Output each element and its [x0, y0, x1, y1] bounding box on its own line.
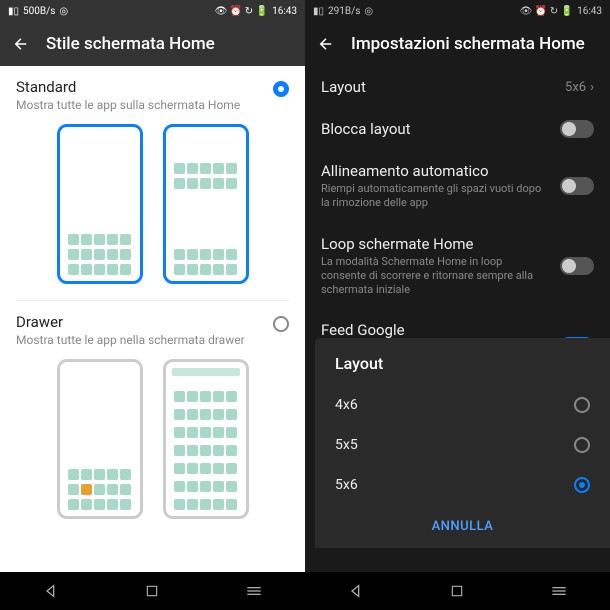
- row-sub: La modalità Schermate Home in loop conse…: [321, 255, 548, 298]
- phone-mock: [163, 124, 249, 284]
- phone-mock: [163, 359, 249, 519]
- status-icons: 👁 ⏰ ↻ 🔋: [520, 6, 573, 17]
- phone-mock: [57, 124, 143, 284]
- nav-bar: [0, 572, 305, 610]
- toggle-loop[interactable]: [560, 257, 594, 275]
- nfc-icon: ◎: [364, 6, 373, 17]
- screen-home-settings: ▮▯ 291B/s ◎ 👁 ⏰ ↻ 🔋 16:43 Impostazioni s…: [305, 0, 610, 610]
- status-icons: 👁 ⏰ ↻ 🔋: [215, 6, 268, 17]
- option-title: Drawer: [16, 313, 273, 331]
- nav-bar: [305, 572, 610, 610]
- nav-home-icon[interactable]: [145, 584, 159, 598]
- nav-back-icon[interactable]: [43, 583, 59, 599]
- status-bar: ▮▯ 500B/s ◎ 👁 ⏰ ↻ 🔋 16:43: [0, 0, 305, 22]
- dialog-option-4x6[interactable]: 4x6: [315, 385, 610, 425]
- option-drawer[interactable]: Drawer Mostra tutte le app nella scherma…: [0, 301, 305, 359]
- dialog-option-label: 4x6: [335, 397, 358, 413]
- header: Impostazioni schermata Home: [305, 22, 610, 66]
- dialog-option-label: 5x6: [335, 477, 358, 493]
- row-layout[interactable]: Layout 5x6 ›: [305, 66, 610, 108]
- screen-home-style: ▮▯ 500B/s ◎ 👁 ⏰ ↻ 🔋 16:43 Stile schermat…: [0, 0, 305, 610]
- chevron-right-icon: ›: [590, 80, 594, 95]
- page-title: Stile schermata Home: [46, 34, 215, 54]
- signal-icon: ▮▯: [313, 6, 324, 17]
- option-subtitle: Mostra tutte le app sulla schermata Home: [16, 98, 273, 112]
- status-bar: ▮▯ 291B/s ◎ 👁 ⏰ ↻ 🔋 16:43: [305, 0, 610, 22]
- net-speed: 291B/s: [328, 6, 360, 17]
- row-loop[interactable]: Loop schermate Home La modalità Schermat…: [305, 223, 610, 310]
- row-label: Loop schermate Home: [321, 235, 548, 253]
- row-sub: Riempi automaticamente gli spazi vuoti d…: [321, 182, 548, 211]
- page-title: Impostazioni schermata Home: [351, 34, 585, 54]
- option-title: Standard: [16, 78, 273, 96]
- toggle-align[interactable]: [560, 177, 594, 195]
- nfc-icon: ◎: [59, 6, 68, 17]
- radio-4x6[interactable]: [574, 397, 590, 413]
- row-label: Allineamento automatico: [321, 162, 548, 180]
- radio-standard[interactable]: [273, 81, 289, 97]
- clock: 16:43: [272, 6, 297, 17]
- row-label: Blocca layout: [321, 120, 548, 138]
- nav-recent-icon[interactable]: [246, 585, 262, 597]
- phone-mock: [57, 359, 143, 519]
- header: Stile schermata Home: [0, 22, 305, 66]
- radio-drawer[interactable]: [273, 316, 289, 332]
- dialog-title: Layout: [315, 354, 610, 385]
- option-subtitle: Mostra tutte le app nella schermata draw…: [16, 333, 273, 347]
- toggle-lock[interactable]: [560, 120, 594, 138]
- nav-recent-icon[interactable]: [551, 585, 567, 597]
- option-standard[interactable]: Standard Mostra tutte le app sulla scher…: [0, 66, 305, 124]
- dialog-option-label: 5x5: [335, 437, 358, 453]
- row-value: 5x6: [565, 80, 586, 95]
- dialog-option-5x6[interactable]: 5x6: [315, 465, 610, 505]
- row-auto-align[interactable]: Allineamento automatico Riempi automatic…: [305, 150, 610, 223]
- layout-dialog: Layout 4x6 5x5 5x6 ANNULLA: [315, 338, 610, 548]
- clock: 16:43: [577, 6, 602, 17]
- preview-standard: [0, 124, 305, 300]
- net-speed: 500B/s: [23, 6, 55, 17]
- row-label: Feed Google: [321, 321, 548, 339]
- back-icon[interactable]: [317, 35, 335, 53]
- nav-home-icon[interactable]: [450, 584, 464, 598]
- back-icon[interactable]: [12, 35, 30, 53]
- dialog-cancel-button[interactable]: ANNULLA: [315, 505, 610, 540]
- dialog-option-5x5[interactable]: 5x5: [315, 425, 610, 465]
- radio-5x5[interactable]: [574, 437, 590, 453]
- signal-icon: ▮▯: [8, 6, 19, 17]
- nav-back-icon[interactable]: [348, 583, 364, 599]
- preview-drawer: [0, 359, 305, 535]
- radio-5x6[interactable]: [574, 477, 590, 493]
- row-label: Layout: [321, 78, 553, 96]
- row-lock-layout[interactable]: Blocca layout: [305, 108, 610, 150]
